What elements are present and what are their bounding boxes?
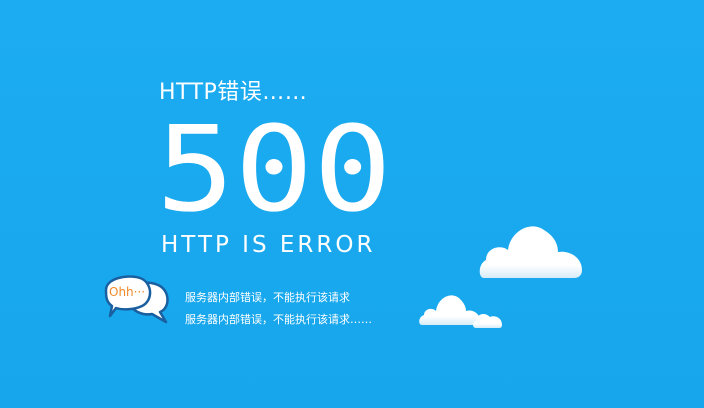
speech-bubble-text: Ohh···: [109, 285, 146, 299]
error-label: HTTP IS ERROR: [161, 232, 376, 258]
error-message-1: 服务器内部错误，不能执行该请求: [185, 291, 350, 304]
error-code: 500: [156, 112, 396, 222]
error-message-2: 服务器内部错误，不能执行该请求……: [185, 313, 372, 326]
error-code-text: 500: [156, 112, 392, 222]
speech-bubbles-icon: [100, 272, 172, 328]
cloud-icon: [418, 287, 508, 331]
page-subtitle: HTTP错误……: [159, 80, 308, 105]
cloud-icon: [478, 214, 586, 280]
error-page: HTTP错误…… 500 HTTP IS ERROR Ohh··· 服务器内部错…: [0, 0, 704, 408]
